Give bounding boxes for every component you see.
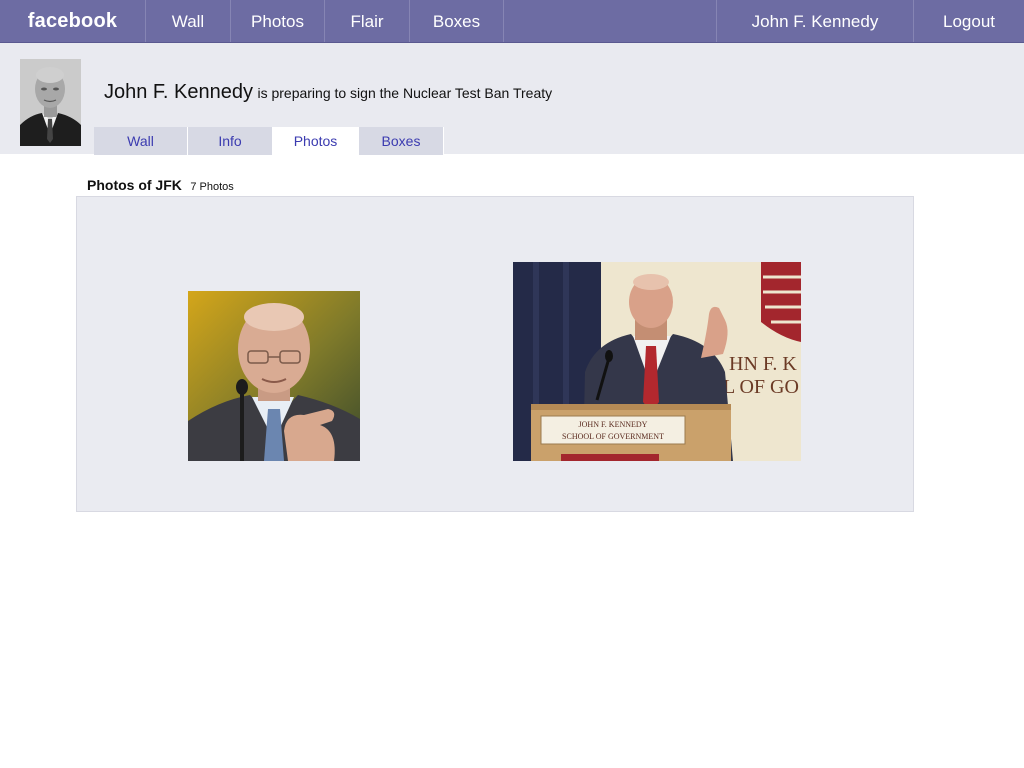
- podium-sign-line-1: JOHN F. KENNEDY: [579, 420, 648, 429]
- facebook-logo[interactable]: facebook: [0, 0, 146, 42]
- photo-thumbnail-1[interactable]: [188, 291, 360, 461]
- logout-button[interactable]: Logout: [914, 0, 1024, 42]
- photos-section-title: Photos of JFK: [87, 177, 182, 193]
- avatar-portrait: [20, 59, 81, 146]
- banner-text-line-2: L OF GO: [723, 376, 799, 398]
- profile-status: John F. Kennedy is preparing to sign the…: [104, 81, 552, 104]
- profile-header: John F. Kennedy is preparing to sign the…: [0, 43, 1024, 155]
- tab-boxes[interactable]: Boxes: [359, 127, 444, 155]
- profile-avatar[interactable]: [20, 59, 81, 146]
- status-text: is preparing to sign the Nuclear Test Ba…: [257, 85, 553, 101]
- nav-boxes[interactable]: Boxes: [410, 0, 504, 42]
- tab-wall[interactable]: Wall: [94, 127, 188, 155]
- banner-text-line-1: HN F. K: [729, 353, 797, 375]
- tab-photos[interactable]: Photos: [273, 127, 359, 155]
- photos-container: HN F. K L OF GO JOHN F. KENNEDY SCHOOL O…: [76, 196, 914, 512]
- photo-thumbnail-2[interactable]: HN F. K L OF GO JOHN F. KENNEDY SCHOOL O…: [513, 262, 801, 461]
- nav-wall[interactable]: Wall: [146, 0, 231, 42]
- nav-user-profile[interactable]: John F. Kennedy: [716, 0, 914, 42]
- nav-photos[interactable]: Photos: [231, 0, 325, 42]
- podium-sign-line-2: SCHOOL OF GOVERNMENT: [562, 432, 664, 441]
- profile-name[interactable]: John F. Kennedy: [104, 81, 253, 103]
- tab-info[interactable]: Info: [188, 127, 273, 155]
- top-nav-bar: facebook Wall Photos Flair Boxes John F.…: [0, 0, 1024, 43]
- nav-flair[interactable]: Flair: [325, 0, 410, 42]
- photo-portrait-image: [188, 291, 360, 461]
- photo-podium-image: HN F. K L OF GO JOHN F. KENNEDY SCHOOL O…: [513, 262, 801, 461]
- photos-section-heading: Photos of JFK 7 Photos: [87, 177, 234, 195]
- photos-count[interactable]: 7 Photos: [190, 181, 233, 193]
